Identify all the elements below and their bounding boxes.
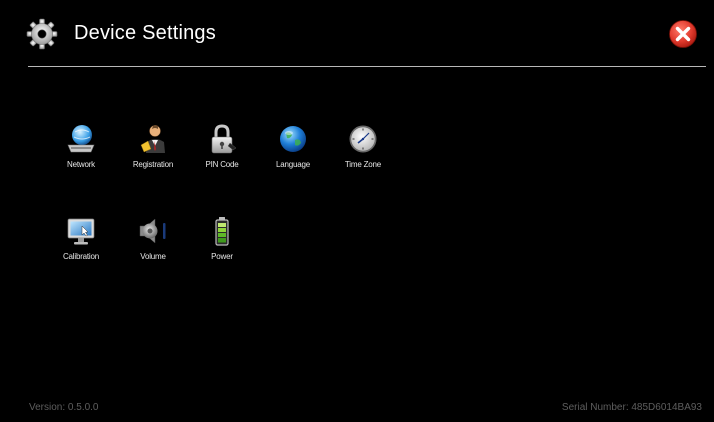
pin-code-label: PIN Code [205,160,239,169]
volume-button[interactable]: Volume [124,215,182,271]
language-button[interactable]: Language [264,123,322,179]
close-icon[interactable] [668,19,698,49]
monitor-icon [67,218,95,245]
battery-icon [215,217,229,246]
gear-icon [26,18,58,50]
registration-button[interactable]: Registration [124,123,182,179]
registration-label: Registration [132,160,174,169]
lock-icon [211,124,237,154]
speaker-icon [139,218,166,244]
power-button[interactable]: Power [193,215,251,271]
network-button[interactable]: Network [52,123,110,179]
header: Device Settings [26,16,706,56]
language-label: Language [276,160,310,169]
page-title: Device Settings [74,22,216,44]
header-divider [28,66,706,67]
time-zone-button[interactable]: Time Zone [334,123,392,179]
calibration-label: Calibration [62,252,100,261]
volume-label: Volume [140,252,166,261]
pin-code-button[interactable]: PIN Code [193,123,251,179]
registration-icon [140,125,165,153]
globe-icon [280,126,306,152]
device-settings-screen: Device Settings Network Registration PIN… [0,0,714,422]
clock-icon [349,125,377,153]
serial-number-text: Serial Number: 485D6014BA93 [561,402,702,413]
time-zone-label: Time Zone [344,160,382,169]
calibration-button[interactable]: Calibration [52,215,110,271]
version-text: Version: 0.5.0.0 [29,402,99,413]
network-icon [67,125,95,153]
network-label: Network [67,160,95,169]
power-label: Power [211,252,233,261]
